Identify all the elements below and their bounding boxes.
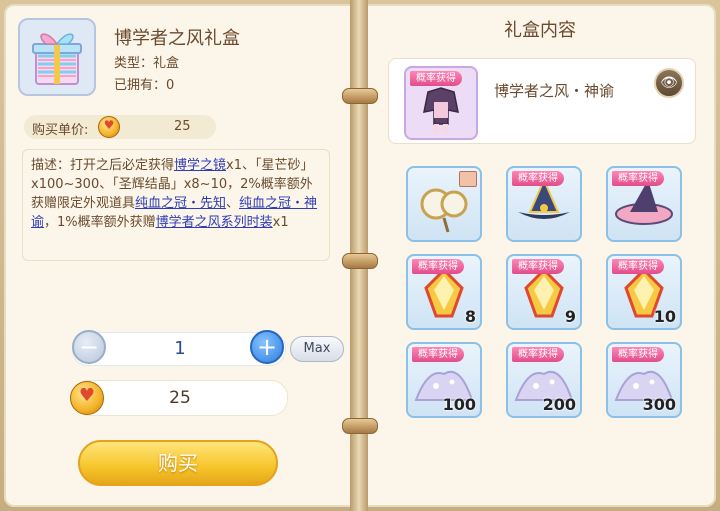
item-owned-count: 已拥有：0 [114,78,175,93]
max-quantity-button[interactable]: Max [290,336,344,362]
reward-count: 300 [642,395,676,414]
reward-tile-sand[interactable]: 概率获得 100 [406,342,482,418]
description-text: x1 [272,215,289,230]
total-cost-value: 25 [169,388,191,408]
reward-count: 9 [564,307,576,326]
spine-clip [342,253,378,269]
spine-clip [342,418,378,434]
reward-tile-crystal[interactable]: 概率获得 8 [406,254,482,330]
coin-icon [70,381,104,415]
item-type: 类型：礼盒 [114,56,180,71]
buy-button[interactable]: 购买 [78,440,278,486]
probability-badge: 概率获得 [612,347,664,362]
probability-badge: 概率获得 [410,71,462,86]
probability-badge: 概率获得 [412,259,464,274]
gift-box-image [18,18,96,96]
preview-eye-button[interactable]: 👁 [654,68,684,98]
description-link-crown-prophet[interactable]: 纯血之冠・先知 [135,196,226,211]
probability-badge: 概率获得 [412,347,464,362]
item-description: 描述：打开之后必定获得博学之镜x1、「星芒砂」x100~300、「圣辉结晶」x8… [22,149,330,261]
item-title: 博学者之风礼盒 [114,28,240,49]
coin-icon [98,116,120,138]
featured-reward-image[interactable]: 概率获得 [404,66,478,140]
reward-tile-crystal[interactable]: 概率获得 10 [606,254,682,330]
reward-count: 10 [653,307,676,326]
reward-tile-hat-pink[interactable]: 概率获得 [606,166,682,242]
description-text: 、 [226,196,240,211]
reward-tile-mirror[interactable] [406,166,482,242]
decrease-quantity-button[interactable]: − [72,330,106,364]
reward-tile-sand[interactable]: 概率获得 300 [606,342,682,418]
description-text: 描述：打开之后必定获得 [31,158,175,173]
description-link-outfit-series[interactable]: 博学者之风系列时装 [156,215,273,230]
reward-tile-sand[interactable]: 概率获得 200 [506,342,582,418]
featured-reward-name: 博学者之风・神谕 [494,82,615,100]
probability-badge: 概率获得 [512,347,564,362]
probability-badge: 概率获得 [512,259,564,274]
reward-tile-crystal[interactable]: 概率获得 9 [506,254,582,330]
probability-badge: 概率获得 [612,259,664,274]
description-text: ，1%概率额外获赠 [44,215,156,230]
shop-icon [459,171,477,187]
gift-contents-title: 礼盒内容 [504,20,576,41]
reward-count: 8 [464,307,476,326]
unit-price-value: 25 [174,119,191,134]
gift-shop-book: 博学者之风礼盒 类型：礼盒 已拥有：0 购买单价: 25 描述：打开之后必定获得… [0,0,720,511]
probability-badge: 概率获得 [612,171,664,186]
reward-count: 200 [542,395,576,414]
spine-clip [342,88,378,104]
reward-tile-hat-blue[interactable]: 概率获得 [506,166,582,242]
gift-box-icon [32,33,82,85]
eye-icon: 👁 [660,75,678,91]
quantity-value[interactable]: 1 [120,338,240,359]
description-link-mirror[interactable]: 博学之镜 [174,158,226,173]
plus-icon: + [256,333,278,361]
probability-badge: 概率获得 [512,171,564,186]
unit-price-label: 购买单价: [32,123,89,138]
reward-count: 100 [442,395,476,414]
unit-price-bar: 购买单价: 25 [24,115,216,139]
increase-quantity-button[interactable]: + [250,330,284,364]
minus-icon: − [78,333,100,361]
